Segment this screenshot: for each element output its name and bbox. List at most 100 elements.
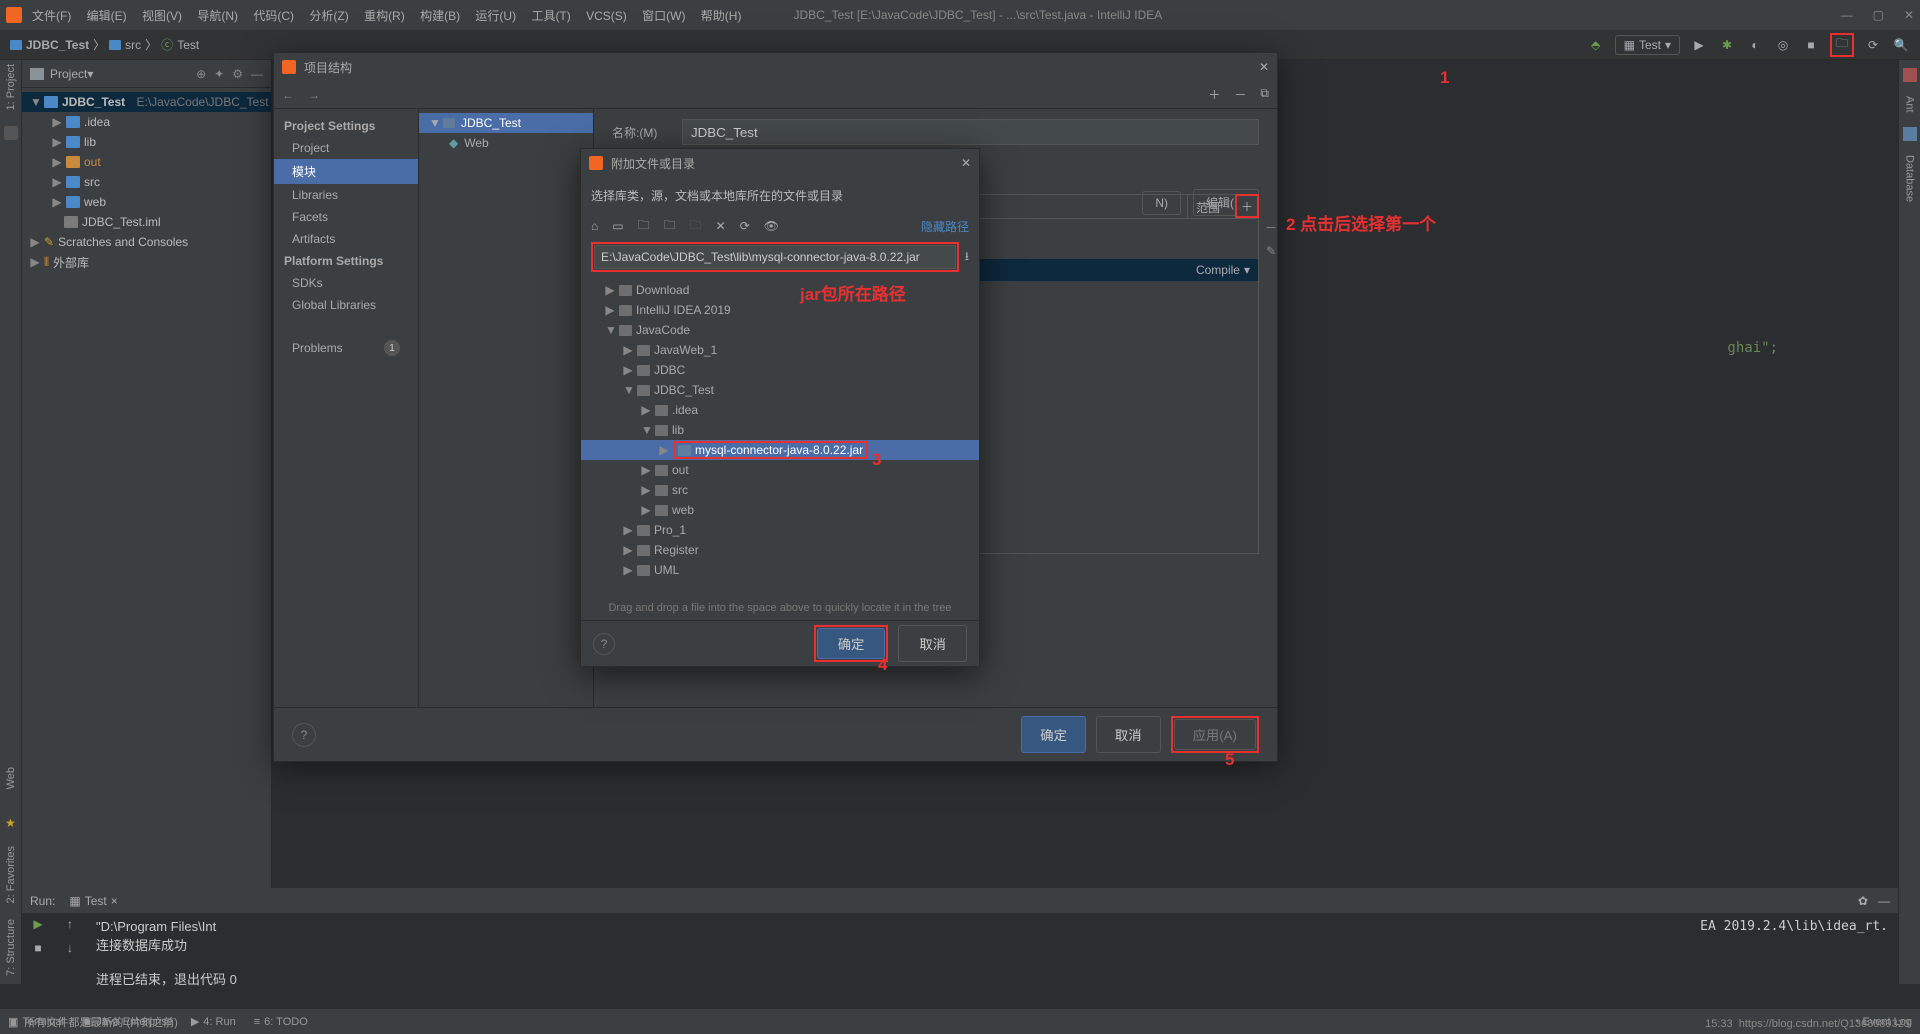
tool-project[interactable]: 1: Project [5, 64, 17, 110]
tree-item[interactable]: ▶Pro_1 [581, 520, 979, 540]
menu-code[interactable]: 代码(C) [253, 9, 294, 23]
tool-todo[interactable]: ≡ 6: TODO [254, 1016, 308, 1028]
ok-button[interactable]: 确定 [817, 628, 886, 659]
breadcrumb-src[interactable]: src [125, 38, 141, 52]
menu-run[interactable]: 运行(U) [475, 9, 516, 23]
menu-help[interactable]: 帮助(H) [701, 9, 742, 23]
search-icon[interactable]: 🔍 [1892, 36, 1910, 54]
stop-icon[interactable]: ■ [34, 941, 41, 955]
help-icon[interactable]: ? [593, 633, 615, 655]
project-structure-button[interactable]: 🗀 [1830, 33, 1854, 57]
tree-item[interactable]: ▼JavaCode [581, 320, 979, 340]
add-icon[interactable]: ＋ [1208, 86, 1220, 103]
tool-web[interactable]: Web [5, 767, 17, 789]
menu-tools[interactable]: 工具(T) [531, 9, 570, 23]
debug-icon[interactable]: ✱ [1718, 36, 1736, 54]
tool-icon[interactable] [4, 126, 18, 140]
tool-ant[interactable]: Ant [1904, 96, 1916, 113]
tool-database[interactable]: Database [1904, 155, 1916, 202]
menu-build[interactable]: 构建(B) [420, 9, 460, 23]
menu-view[interactable]: 视图(V) [142, 9, 182, 23]
delete-icon[interactable]: ✕ [716, 219, 726, 233]
menu-refactor[interactable]: 重构(R) [364, 9, 405, 23]
menu-edit[interactable]: 编辑(E) [87, 9, 127, 23]
file-tree[interactable]: ▶Download ▶IntelliJ IDEA 2019 ▼JavaCode … [581, 276, 979, 596]
tool-run[interactable]: ▶ 4: Run [191, 1015, 236, 1028]
tree-item[interactable]: ▼lib [581, 420, 979, 440]
forward-icon[interactable]: → [308, 88, 320, 102]
tree-scratches[interactable]: ▶✎Scratches and Consoles [22, 232, 271, 252]
show-hidden-icon[interactable]: 👁 [764, 219, 779, 233]
tree-item[interactable]: ▼JDBC_Test [581, 380, 979, 400]
ok-button[interactable]: 确定 [1021, 716, 1086, 753]
hide-path-link[interactable]: 隐藏路径 [921, 218, 969, 235]
breadcrumb-root[interactable]: JDBC_Test [26, 38, 89, 52]
run-icon[interactable]: ▶ [1690, 36, 1708, 54]
run-tab[interactable]: ▦ Test × [63, 892, 123, 910]
menu-file[interactable]: 文件(F) [32, 9, 71, 23]
sidebar-item-global-libs[interactable]: Global Libraries [274, 294, 418, 316]
database-icon[interactable] [1903, 127, 1917, 141]
breadcrumb[interactable]: JDBC_Test 〉 src 〉ⓒ Test [10, 36, 199, 53]
close-icon[interactable]: ✕ [1904, 8, 1914, 22]
sidebar-item-sdks[interactable]: SDKs [274, 272, 418, 294]
coverage-icon[interactable]: ◐ [1746, 36, 1764, 54]
close-icon[interactable]: ✕ [961, 156, 971, 170]
tool-favorites[interactable]: 2: Favorites [5, 846, 17, 903]
home-icon[interactable]: ⌂ [591, 219, 598, 233]
down-icon[interactable]: ↓ [67, 941, 73, 955]
menu-vcs[interactable]: VCS(S) [586, 9, 627, 23]
project-structure-icon[interactable]: 🗀 [1833, 36, 1851, 54]
ant-icon[interactable] [1903, 68, 1917, 82]
tree-item[interactable]: ▶.idea [581, 400, 979, 420]
tree-root[interactable]: ▼JDBC_Test E:\JavaCode\JDBC_Test [22, 92, 271, 112]
sidebar-item-libraries[interactable]: Libraries [274, 184, 418, 206]
collapse-icon[interactable]: ⊕ [196, 67, 206, 81]
sidebar-item-artifacts[interactable]: Artifacts [274, 228, 418, 250]
sidebar-item-facets[interactable]: Facets [274, 206, 418, 228]
path-input[interactable]: E:\JavaCode\JDBC_Test\lib\mysql-connecto… [594, 245, 956, 269]
rerun-icon[interactable]: ▶ [33, 917, 42, 931]
hide-icon[interactable]: — [1878, 894, 1890, 908]
gear-icon[interactable]: ⚙ [232, 67, 243, 81]
sidebar-item-project[interactable]: Project [274, 137, 418, 159]
close-icon[interactable]: ✕ [1259, 60, 1269, 74]
new-folder-icon[interactable]: 🗀 [690, 216, 702, 237]
remove-icon[interactable]: － [1234, 86, 1246, 103]
tree-external[interactable]: ▶⫴外部库 [22, 252, 271, 272]
menu-analyze[interactable]: 分析(Z) [309, 9, 348, 23]
build-icon[interactable]: ⬘ [1587, 36, 1605, 54]
tree-item[interactable]: ▶Download [581, 280, 979, 300]
hide-icon[interactable]: — [251, 67, 263, 81]
minimize-icon[interactable]: — [1841, 8, 1853, 22]
module-row-web[interactable]: ◆Web [419, 133, 593, 153]
settings-icon[interactable]: ✿ [1858, 894, 1868, 908]
project-dir-icon[interactable]: 🗀 [638, 216, 650, 237]
tree-item[interactable]: ▶JDBC [581, 360, 979, 380]
sidebar-item-problems[interactable]: Problems1 [274, 336, 418, 360]
menu-navigate[interactable]: 导航(N) [197, 9, 238, 23]
tree-item[interactable]: ▶src [581, 480, 979, 500]
tree-src[interactable]: ▶src [22, 172, 271, 192]
maximize-icon[interactable]: ▢ [1873, 8, 1884, 22]
copy-icon[interactable]: ⧉ [1260, 86, 1269, 103]
module-row-jdbc[interactable]: ▼JDBC_Test [419, 113, 593, 133]
update-icon[interactable]: ⟳ [1864, 36, 1882, 54]
sidebar-item-modules[interactable]: 模块 [274, 159, 418, 184]
cancel-button[interactable]: 取消 [1096, 716, 1161, 753]
tree-web[interactable]: ▶web [22, 192, 271, 212]
module-dir-icon[interactable]: 🗀 [664, 216, 676, 237]
edit-dep-icon[interactable]: ✎ [1266, 244, 1276, 258]
menu-window[interactable]: 窗口(W) [642, 9, 685, 23]
tree-idea[interactable]: ▶.idea [22, 112, 271, 132]
cancel-button[interactable]: 取消 [898, 625, 967, 662]
tree-item[interactable]: ▶JavaWeb_1 [581, 340, 979, 360]
remove-dep-icon[interactable]: － [1265, 219, 1277, 236]
run-config-selector[interactable]: ▦ Test ▾ [1615, 35, 1680, 55]
main-menu[interactable]: 文件(F) 编辑(E) 视图(V) 导航(N) 代码(C) 分析(Z) 重构(R… [32, 7, 753, 24]
tree-item-selected[interactable]: ▶mysql-connector-java-8.0.22.jar [581, 440, 979, 460]
apply-button[interactable]: 应用(A) [1174, 719, 1256, 750]
up-icon[interactable]: ↑ [67, 917, 73, 931]
desktop-icon[interactable]: ▭ [612, 219, 623, 233]
tree-iml[interactable]: JDBC_Test.iml [22, 212, 271, 232]
